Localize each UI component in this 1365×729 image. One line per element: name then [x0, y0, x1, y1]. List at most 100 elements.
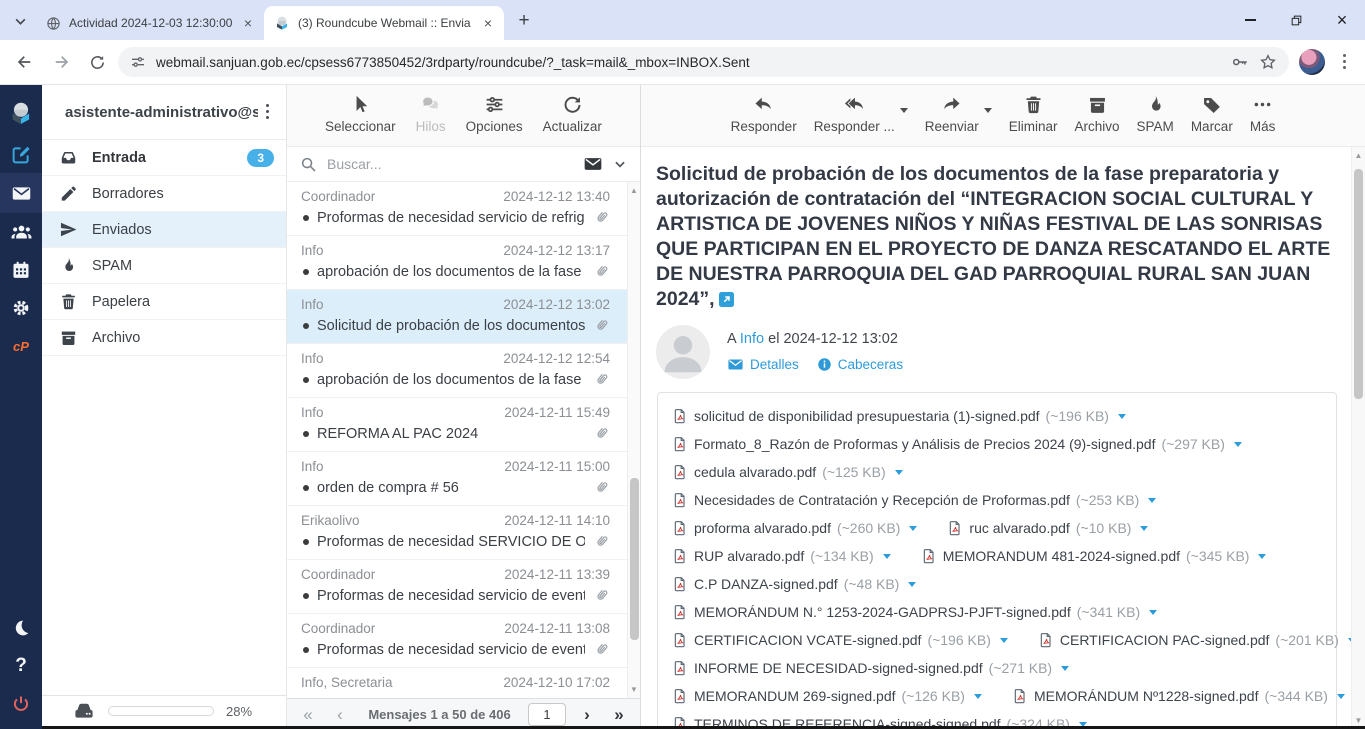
- first-page-button[interactable]: «: [297, 706, 319, 723]
- attachment-menu-caret-icon[interactable]: [1337, 694, 1345, 699]
- sidebar-item-entrada[interactable]: Entrada 3: [42, 140, 286, 176]
- external-link-icon[interactable]: [719, 292, 734, 307]
- message-list-item[interactable]: Info, Secretaria2024-12-10 17:02: [287, 668, 640, 698]
- forward-icon[interactable]: [46, 47, 76, 77]
- attachment-menu-caret-icon[interactable]: [908, 582, 916, 587]
- logout-power-icon[interactable]: [0, 685, 42, 723]
- sidebar-item-borradores[interactable]: Borradores: [42, 176, 286, 212]
- attachment-item[interactable]: INFORME DE NECESIDAD-signed-signed.pdf (…: [672, 660, 1069, 676]
- scroll-down-icon[interactable]: ▼: [1355, 716, 1363, 725]
- calendar-icon[interactable]: [0, 251, 42, 289]
- scroll-thumb[interactable]: [1354, 169, 1363, 399]
- headers-toggle[interactable]: Cabeceras: [817, 357, 903, 372]
- refresh-button[interactable]: Actualizar: [543, 94, 602, 134]
- attachment-menu-caret-icon[interactable]: [1000, 638, 1008, 643]
- message-list-item[interactable]: Info2024-12-12 13:02 Solicitud de probac…: [287, 290, 640, 344]
- scroll-up-icon[interactable]: ▲: [1355, 151, 1363, 160]
- attachment-item[interactable]: CERTIFICACION VCATE-signed.pdf (~196 KB): [672, 632, 1008, 648]
- attachment-item[interactable]: CERTIFICACION PAC-signed.pdf (~201 KB): [1038, 632, 1356, 648]
- prev-page-button[interactable]: ‹: [329, 706, 351, 723]
- tab-close-icon[interactable]: ×: [480, 15, 496, 31]
- search-input[interactable]: [327, 156, 573, 172]
- message-list-item[interactable]: Coordinador2024-12-12 13:40 Proformas de…: [287, 182, 640, 236]
- attachment-item[interactable]: MEMORÁNDUM Nº1228-signed.pdf (~344 KB): [1012, 688, 1345, 704]
- browser-tab-inactive[interactable]: Actividad 2024-12-03 12:30:00 ×: [36, 6, 264, 40]
- message-list-item[interactable]: Info2024-12-11 15:00 orden de compra # 5…: [287, 452, 640, 506]
- message-list-item[interactable]: Coordinador2024-12-11 13:08 Proformas de…: [287, 614, 640, 668]
- more-button[interactable]: Más: [1250, 94, 1276, 134]
- last-page-button[interactable]: »: [608, 706, 630, 723]
- attachment-item[interactable]: ruc alvarado.pdf (~10 KB): [947, 520, 1148, 536]
- search-options-chevron-icon[interactable]: [613, 157, 627, 171]
- browser-tab-active[interactable]: (3) Roundcube Webmail :: Envia ×: [264, 6, 504, 40]
- cpanel-icon[interactable]: cP: [0, 327, 42, 365]
- select-button[interactable]: Seleccionar: [325, 94, 396, 134]
- attachment-menu-caret-icon[interactable]: [1148, 498, 1156, 503]
- browser-profile-avatar[interactable]: [1299, 49, 1325, 75]
- forward-menu-caret[interactable]: [984, 108, 992, 113]
- options-button[interactable]: Opciones: [466, 94, 523, 134]
- attachment-item[interactable]: C.P DANZA-signed.pdf (~48 KB): [672, 576, 916, 592]
- spam-button[interactable]: SPAM: [1137, 94, 1174, 134]
- message-list-item[interactable]: Info2024-12-11 15:49 REFORMA AL PAC 2024: [287, 398, 640, 452]
- compose-icon[interactable]: [0, 135, 42, 173]
- attachment-menu-caret-icon[interactable]: [1258, 554, 1266, 559]
- attachment-item[interactable]: MEMORANDUM 481-2024-signed.pdf (~345 KB): [921, 548, 1267, 564]
- scroll-up-icon[interactable]: ▲: [630, 186, 638, 195]
- search-scope-envelope-icon[interactable]: [583, 154, 603, 174]
- scroll-down-icon[interactable]: ▼: [630, 685, 638, 694]
- archive-button[interactable]: Archivo: [1075, 94, 1120, 134]
- attachment-menu-caret-icon[interactable]: [974, 694, 982, 699]
- new-tab-button[interactable]: +: [510, 7, 538, 35]
- back-icon[interactable]: [10, 47, 40, 77]
- message-list-item[interactable]: Erikaolivo2024-12-11 14:10 Proformas de …: [287, 506, 640, 560]
- attachment-item[interactable]: solicitud de disponibilidad presupuestar…: [672, 408, 1126, 424]
- message-list-item[interactable]: Info2024-12-12 13:17 aprobación de los d…: [287, 236, 640, 290]
- scroll-thumb[interactable]: [630, 478, 639, 640]
- help-icon[interactable]: ?: [0, 647, 42, 685]
- attachment-menu-caret-icon[interactable]: [1140, 526, 1148, 531]
- message-list-item[interactable]: Info2024-12-12 12:54 aprobación de los d…: [287, 344, 640, 398]
- attachment-menu-caret-icon[interactable]: [1118, 414, 1126, 419]
- reply-all-button[interactable]: Responder ...: [814, 94, 895, 134]
- attachment-menu-caret-icon[interactable]: [909, 526, 917, 531]
- site-settings-icon[interactable]: [130, 54, 146, 70]
- page-number-input[interactable]: [528, 703, 566, 726]
- message-list-item[interactable]: Coordinador2024-12-11 13:39 Proformas de…: [287, 560, 640, 614]
- url-text[interactable]: webmail.sanjuan.gob.ec/cpsess6773850452/…: [156, 55, 1221, 70]
- reply-button[interactable]: Responder: [731, 94, 797, 134]
- mark-button[interactable]: Marcar: [1191, 94, 1233, 134]
- password-key-icon[interactable]: [1231, 53, 1249, 71]
- reload-icon[interactable]: [82, 47, 112, 77]
- attachment-item[interactable]: proforma alvarado.pdf (~260 KB): [672, 520, 917, 536]
- bookmark-star-icon[interactable]: [1259, 53, 1277, 71]
- attachment-menu-caret-icon[interactable]: [895, 470, 903, 475]
- attachment-menu-caret-icon[interactable]: [1234, 442, 1242, 447]
- minimize-button[interactable]: [1227, 0, 1273, 40]
- close-window-button[interactable]: ×: [1319, 0, 1365, 40]
- recipient-link[interactable]: Info: [740, 331, 764, 347]
- attachment-item[interactable]: RUP alvarado.pdf (~134 KB): [672, 548, 891, 564]
- attachment-item[interactable]: MEMORANDUM 269-signed.pdf (~126 KB): [672, 688, 982, 704]
- attachment-item[interactable]: MEMORÁNDUM N.° 1253-2024-GADPRSJ-PJFT-si…: [672, 604, 1157, 620]
- sidebar-item-spam[interactable]: SPAM: [42, 248, 286, 284]
- account-menu-icon[interactable]: [266, 104, 270, 120]
- sidebar-item-papelera[interactable]: Papelera: [42, 284, 286, 320]
- tab-close-icon[interactable]: ×: [240, 15, 256, 31]
- tab-search-chevron-icon[interactable]: [6, 7, 34, 35]
- contacts-icon[interactable]: [0, 213, 42, 251]
- next-page-button[interactable]: ›: [576, 706, 598, 723]
- attachment-item[interactable]: Necesidades de Contratación y Recepción …: [672, 492, 1156, 508]
- sidebar-item-archivo[interactable]: Archivo: [42, 320, 286, 356]
- reading-scrollbar[interactable]: ▲ ▼: [1351, 147, 1365, 729]
- list-scrollbar[interactable]: ▲ ▼: [627, 182, 640, 698]
- attachment-item[interactable]: Formato_8_Razón de Proformas y Análisis …: [672, 436, 1242, 452]
- browser-menu-icon[interactable]: [1343, 54, 1347, 70]
- attachment-menu-caret-icon[interactable]: [1061, 666, 1069, 671]
- forward-button[interactable]: Reenviar: [925, 94, 979, 134]
- details-toggle[interactable]: Detalles: [727, 356, 799, 373]
- reply-all-menu-caret[interactable]: [900, 108, 908, 113]
- settings-gear-icon[interactable]: [0, 289, 42, 327]
- mail-icon[interactable]: [0, 173, 42, 213]
- url-field[interactable]: webmail.sanjuan.gob.ec/cpsess6773850452/…: [118, 47, 1289, 77]
